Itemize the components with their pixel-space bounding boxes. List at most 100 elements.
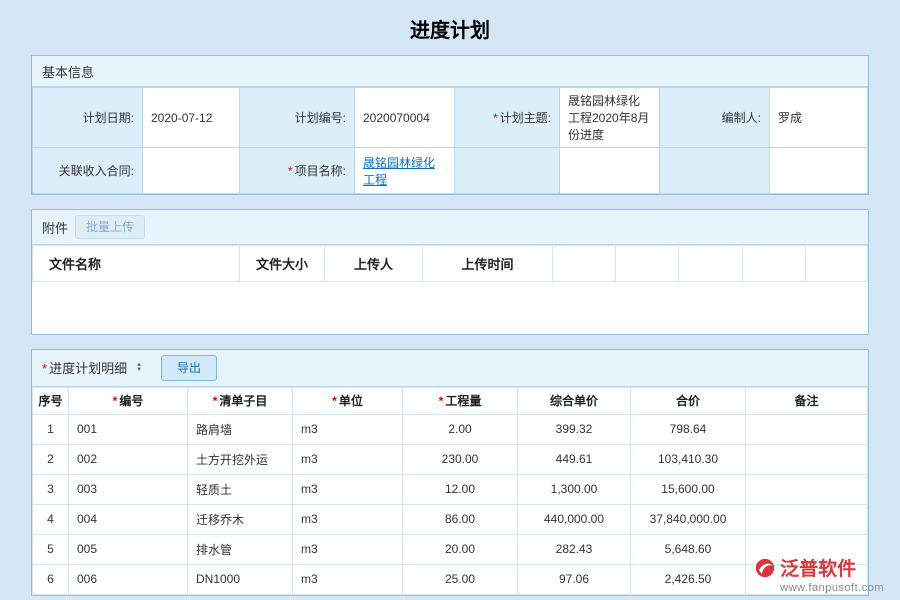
plan-number-label: 计划编号: <box>240 88 355 148</box>
attach-col-filesize: 文件大小 <box>240 246 325 282</box>
cell-unit-price: 449.61 <box>518 444 631 474</box>
cell-unit: m3 <box>293 564 403 594</box>
cell-seq: 2 <box>33 444 69 474</box>
attach-col-empty <box>553 246 616 282</box>
plan-date-value: 2020-07-12 <box>143 88 240 148</box>
attachments-title: 附件 <box>42 218 68 237</box>
required-marker: * <box>332 394 337 408</box>
cell-unit: m3 <box>293 534 403 564</box>
cell-unit: m3 <box>293 444 403 474</box>
col-seq: 序号 <box>33 387 69 414</box>
cell-code: 002 <box>69 444 188 474</box>
attach-col-uploadtime: 上传时间 <box>423 246 553 282</box>
cell-unit-price: 399.32 <box>518 414 631 444</box>
details-section: *进度计划明细 ▲ ▼ 导出 序号 *编号 *清单子目 *单位 *工程量 综合单… <box>31 349 869 596</box>
required-marker: * <box>42 361 47 376</box>
details-header-row: 序号 *编号 *清单子目 *单位 *工程量 综合单价 合价 备注 <box>33 387 868 414</box>
cell-seq: 5 <box>33 534 69 564</box>
empty-label-cell <box>455 148 560 194</box>
cell-unit: m3 <box>293 414 403 444</box>
cell-code: 006 <box>69 564 188 594</box>
watermark-url: www.fanpusoft.com <box>754 582 884 594</box>
watermark-brand: 泛普软件 <box>780 554 856 581</box>
cell-unit-price: 97.06 <box>518 564 631 594</box>
attachments-empty-body <box>33 282 868 334</box>
required-marker: * <box>493 111 498 125</box>
cell-quantity: 20.00 <box>403 534 518 564</box>
required-marker: * <box>113 394 118 408</box>
project-name-link[interactable]: 晟铭园林绿化工程 <box>363 156 435 187</box>
cell-remark <box>746 414 868 444</box>
cell-total: 15,600.00 <box>631 474 746 504</box>
cell-unit-price: 1,300.00 <box>518 474 631 504</box>
sort-down-arrow: ▼ <box>136 368 142 373</box>
col-unit-price: 综合单价 <box>518 387 631 414</box>
basic-info-table: 计划日期: 2020-07-12 计划编号: 2020070004 *计划主题:… <box>32 87 868 194</box>
creator-label: 编制人: <box>660 88 770 148</box>
sort-icon[interactable]: ▲ ▼ <box>136 363 142 373</box>
table-row: 6 006 DN1000 m3 25.00 97.06 2,426.50 <box>33 564 868 594</box>
basic-info-header: 基本信息 <box>32 56 868 87</box>
col-code: *编号 <box>69 387 188 414</box>
col-unit: *单位 <box>293 387 403 414</box>
col-quantity: *工程量 <box>403 387 518 414</box>
plan-subject-label: *计划主题: <box>455 88 560 148</box>
required-marker: * <box>288 164 293 178</box>
cell-remark <box>746 444 868 474</box>
details-header: *进度计划明细 ▲ ▼ 导出 <box>32 350 868 387</box>
fanpu-logo-icon <box>754 557 776 579</box>
empty-value-cell <box>560 148 660 194</box>
watermark-top: 泛普软件 <box>754 554 884 581</box>
cell-total: 2,426.50 <box>631 564 746 594</box>
cell-item: 路肩墙 <box>188 414 293 444</box>
col-item: *清单子目 <box>188 387 293 414</box>
cell-seq: 4 <box>33 504 69 534</box>
table-row: 1 001 路肩墙 m3 2.00 399.32 798.64 <box>33 414 868 444</box>
cell-quantity: 12.00 <box>403 474 518 504</box>
empty-label-cell <box>660 148 770 194</box>
cell-item: 排水管 <box>188 534 293 564</box>
cell-item: 迁移乔木 <box>188 504 293 534</box>
attachments-table: 文件名称 文件大小 上传人 上传时间 <box>32 245 868 334</box>
cell-item: DN1000 <box>188 564 293 594</box>
creator-value: 罗成 <box>770 88 868 148</box>
plan-date-label: 计划日期: <box>33 88 143 148</box>
cell-code: 005 <box>69 534 188 564</box>
cell-item: 土方开挖外运 <box>188 444 293 474</box>
col-total: 合价 <box>631 387 746 414</box>
attach-col-uploader: 上传人 <box>325 246 423 282</box>
basic-info-section: 基本信息 计划日期: 2020-07-12 计划编号: 2020070004 *… <box>31 55 869 195</box>
cell-total: 103,410.30 <box>631 444 746 474</box>
cell-item: 轻质土 <box>188 474 293 504</box>
empty-value-cell <box>770 148 868 194</box>
project-name-value: 晟铭园林绿化工程 <box>355 148 455 194</box>
attach-col-empty <box>806 246 868 282</box>
details-table: 序号 *编号 *清单子目 *单位 *工程量 综合单价 合价 备注 1 001 路… <box>32 387 868 595</box>
table-row: 5 005 排水管 m3 20.00 282.43 5,648.60 <box>33 534 868 564</box>
col-remark: 备注 <box>746 387 868 414</box>
watermark: 泛普软件 www.fanpusoft.com <box>754 554 884 594</box>
attach-col-empty <box>743 246 806 282</box>
cell-code: 001 <box>69 414 188 444</box>
cell-unit-price: 440,000.00 <box>518 504 631 534</box>
table-row: 2 002 土方开挖外运 m3 230.00 449.61 103,410.30 <box>33 444 868 474</box>
cell-total: 37,840,000.00 <box>631 504 746 534</box>
cell-code: 003 <box>69 474 188 504</box>
attach-col-empty <box>679 246 743 282</box>
cell-quantity: 230.00 <box>403 444 518 474</box>
batch-upload-button[interactable]: 批量上传 <box>75 215 145 239</box>
export-button[interactable]: 导出 <box>161 355 217 381</box>
plan-subject-value: 晟铭园林绿化工程2020年8月份进度 <box>560 88 660 148</box>
plan-number-value: 2020070004 <box>355 88 455 148</box>
page-title: 进度计划 <box>0 0 900 55</box>
attach-col-filename: 文件名称 <box>33 246 240 282</box>
cell-seq: 6 <box>33 564 69 594</box>
cell-unit: m3 <box>293 504 403 534</box>
cell-unit-price: 282.43 <box>518 534 631 564</box>
cell-code: 004 <box>69 504 188 534</box>
cell-remark <box>746 504 868 534</box>
table-row: 3 003 轻质土 m3 12.00 1,300.00 15,600.00 <box>33 474 868 504</box>
details-title: 进度计划明细 <box>49 361 127 376</box>
related-income-contract-value <box>143 148 240 194</box>
cell-quantity: 25.00 <box>403 564 518 594</box>
